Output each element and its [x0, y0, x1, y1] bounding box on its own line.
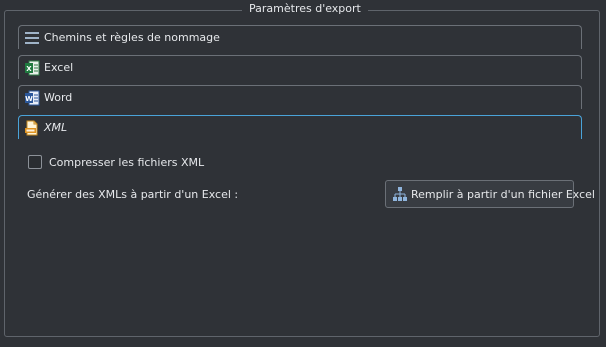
- section-label-excel: Excel: [44, 61, 74, 74]
- svg-text:X: X: [26, 65, 32, 73]
- excel-icon: X: [24, 60, 40, 76]
- compress-xml-label: Compresser les fichiers XML: [49, 155, 205, 169]
- list-icon: [24, 30, 40, 46]
- section-header-paths-naming[interactable]: Chemins et règles de nommage: [18, 25, 582, 49]
- section-header-word[interactable]: W Word: [18, 85, 582, 109]
- group-title: Paramètres d'export: [242, 2, 368, 16]
- section-header-excel[interactable]: X Excel: [18, 55, 582, 79]
- word-icon: W: [24, 90, 40, 106]
- svg-text:W: W: [25, 95, 33, 103]
- hierarchy-icon: [392, 186, 408, 202]
- section-header-xml[interactable]: XML: [18, 115, 582, 139]
- compress-xml-checkbox-row[interactable]: Compresser les fichiers XML: [28, 155, 204, 169]
- section-label-xml: XML: [44, 121, 68, 134]
- section-label-paths-naming: Chemins et règles de nommage: [44, 31, 220, 44]
- fill-from-excel-button[interactable]: Remplir à partir d'un fichier Excel: [385, 180, 595, 208]
- xml-file-icon: [24, 120, 40, 136]
- fill-from-excel-label: Remplir à partir d'un fichier Excel: [411, 187, 595, 201]
- section-label-word: Word: [44, 91, 73, 104]
- compress-xml-checkbox[interactable]: [28, 155, 42, 169]
- generate-xml-label: Générer des XMLs à partir d'un Excel :: [27, 188, 239, 201]
